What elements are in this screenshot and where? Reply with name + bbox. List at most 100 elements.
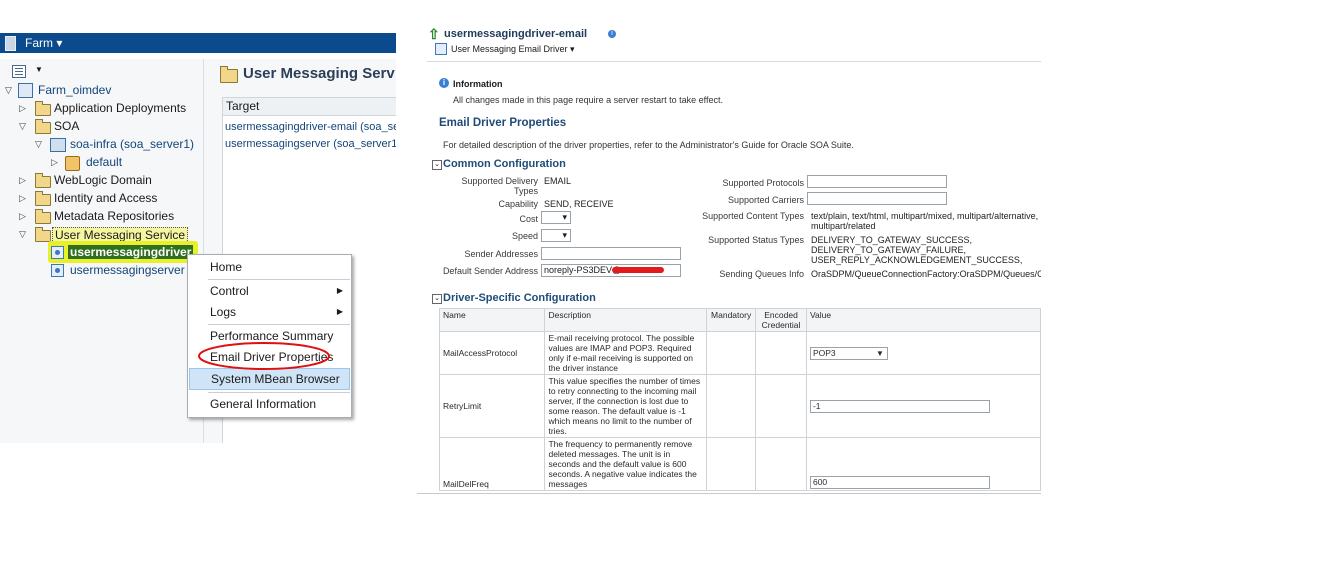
capability-label: Capability	[498, 199, 538, 209]
mail-access-protocol-select[interactable]: POP3 ▼	[809, 346, 888, 360]
property-name: MailAccessProtocol	[438, 331, 546, 375]
folder-icon	[35, 101, 51, 116]
column-header-value[interactable]: Value	[805, 308, 1041, 332]
farm-menu-label[interactable]: Farm ▾	[25, 36, 62, 50]
info-heading: Information	[453, 79, 503, 89]
chevron-down-icon: ▼	[876, 348, 884, 358]
tree-item-identity-and-access[interactable]: ▷ Identity and Access	[0, 190, 200, 207]
section-driver-specific-configuration[interactable]: Driver-Specific Configuration	[443, 292, 596, 304]
sender-addresses-label: Sender Addresses	[464, 249, 538, 259]
value-cell: POP3 ▼	[805, 331, 1041, 375]
information-icon: i	[439, 78, 449, 88]
driver-properties-page: ⇧ usermessagingdriver-email i User Messa…	[417, 28, 1041, 494]
tree-item-usermessagingdriver[interactable]: usermessagingdriver	[0, 241, 200, 263]
status-types-label: Supported Status Types	[708, 235, 804, 245]
collapse-section-icon[interactable]: ⌄	[432, 160, 442, 170]
queues-label: Sending Queues Info	[719, 269, 804, 279]
menu-item-general-information[interactable]: General Information	[189, 394, 350, 414]
farm-menu-bar[interactable]: Farm ▾	[0, 33, 396, 53]
folder-icon	[35, 191, 51, 206]
content-types-label: Supported Content Types	[702, 211, 804, 221]
expand-icon[interactable]: ▷	[19, 208, 26, 225]
folder-icon	[35, 209, 51, 224]
driver-icon	[51, 246, 64, 259]
cost-label: Cost	[519, 214, 538, 224]
tree-item-soa[interactable]: ▽ SOA	[0, 118, 200, 135]
retry-limit-input[interactable]: -1	[809, 399, 990, 413]
expand-icon[interactable]: ▷	[19, 100, 26, 117]
menu-separator	[208, 324, 350, 325]
folder-icon	[35, 119, 51, 134]
menu-separator	[208, 392, 350, 393]
section-common-configuration[interactable]: Common Configuration	[443, 158, 566, 170]
view-menu-icon[interactable]	[12, 65, 26, 78]
speed-label: Speed	[511, 231, 538, 241]
tree-item-soa-infra[interactable]: ▽ soa-infra (soa_server1)	[0, 136, 200, 153]
red-circle-annotation	[198, 342, 330, 370]
redaction-scribble	[612, 267, 664, 273]
expand-icon[interactable]: ▷	[19, 190, 26, 207]
divider	[427, 61, 1041, 62]
table-row: MailAccessProtocol E-mail receiving prot…	[438, 331, 1041, 375]
collapse-icon[interactable]: ▽	[19, 226, 26, 243]
property-description: E-mail receiving protocol. The possible …	[544, 331, 708, 375]
up-arrow-icon: ⇧	[428, 28, 440, 42]
sender-addresses-input[interactable]	[541, 247, 681, 260]
column-header-name[interactable]: Name	[438, 308, 546, 332]
submenu-arrow-icon: ▶	[336, 307, 343, 316]
protocols-input[interactable]	[807, 175, 947, 188]
carriers-input[interactable]	[807, 192, 947, 205]
value-cell: 600	[805, 437, 1041, 491]
tree-item-usermessagingserver[interactable]: usermessagingserver (s	[0, 262, 200, 279]
content-types-value: text/plain, text/html, multipart/mixed, …	[811, 211, 1039, 231]
context-menu: Home Control ▶ Logs ▶ Performance Summary …	[187, 254, 352, 418]
driver-title: usermessagingdriver-email	[444, 28, 588, 40]
collapse-section-icon[interactable]: ⌄	[432, 294, 442, 304]
tree-item-application-deployments[interactable]: ▷ Application Deployments	[0, 100, 200, 117]
target-link[interactable]: usermessagingdriver-email (soa_se	[225, 121, 396, 133]
property-name: RetryLimit	[438, 374, 546, 438]
capability-value: SEND, RECEIVE	[544, 199, 614, 209]
cost-select[interactable]: ▾	[541, 211, 571, 224]
mail-del-freq-input[interactable]: 600	[809, 476, 990, 489]
tree-item-default[interactable]: ▷ default	[0, 154, 200, 171]
menu-item-logs[interactable]: Logs ▶	[189, 302, 350, 322]
encoded-cell	[755, 437, 807, 491]
mandatory-cell	[706, 374, 757, 438]
column-header-description[interactable]: Description	[544, 308, 708, 332]
tree-root[interactable]: ▽ Farm_oimdev	[0, 82, 200, 99]
column-header-encoded-credential[interactable]: Encoded Credential	[755, 308, 807, 332]
status-types-value: DELIVERY_TO_GATEWAY_SUCCESS, DELIVERY_TO_…	[811, 235, 1023, 265]
info-icon[interactable]: i	[608, 30, 616, 38]
folder-icon	[35, 173, 51, 188]
farm-node-icon	[18, 83, 33, 98]
property-description: This value specifies the number of times…	[544, 374, 708, 438]
column-header-target[interactable]: Target	[223, 97, 396, 116]
queues-value: OraSDPM/QueueConnectionFactory:OraSDPM/Q…	[811, 269, 1041, 279]
property-name: MailDelFreq	[438, 437, 546, 491]
table-row: RetryLimit This value specifies the numb…	[438, 374, 1041, 438]
menu-item-home[interactable]: Home	[189, 257, 350, 277]
protocols-label: Supported Protocols	[722, 178, 804, 188]
folder-icon	[35, 227, 51, 242]
expand-icon[interactable]: ▷	[19, 172, 26, 189]
collapse-icon[interactable]: ▽	[35, 136, 42, 153]
mandatory-cell	[706, 331, 757, 375]
tree-item-weblogic-domain[interactable]: ▷ WebLogic Domain	[0, 172, 200, 189]
speed-select[interactable]: ▾	[541, 229, 571, 242]
view-menu-arrow-icon[interactable]: ▼	[35, 65, 43, 74]
menu-item-control[interactable]: Control ▶	[189, 281, 350, 301]
mandatory-cell	[706, 437, 757, 491]
target-link[interactable]: usermessagingserver (soa_server1)	[225, 138, 396, 150]
farm-icon	[5, 36, 16, 51]
driver-menu[interactable]: User Messaging Email Driver ▾	[451, 44, 575, 55]
collapse-icon[interactable]: ▽	[5, 82, 12, 99]
expand-icon[interactable]: ▷	[51, 154, 58, 171]
tree-item-metadata-repositories[interactable]: ▷ Metadata Repositories	[0, 208, 200, 225]
folder-icon	[220, 66, 238, 83]
default-sender-input[interactable]: noreply-PS3DEV@	[541, 264, 681, 277]
page-title: User Messaging Serv	[243, 65, 395, 82]
server-node-icon	[51, 264, 64, 277]
collapse-icon[interactable]: ▽	[19, 118, 26, 135]
column-header-mandatory[interactable]: Mandatory	[706, 308, 757, 332]
